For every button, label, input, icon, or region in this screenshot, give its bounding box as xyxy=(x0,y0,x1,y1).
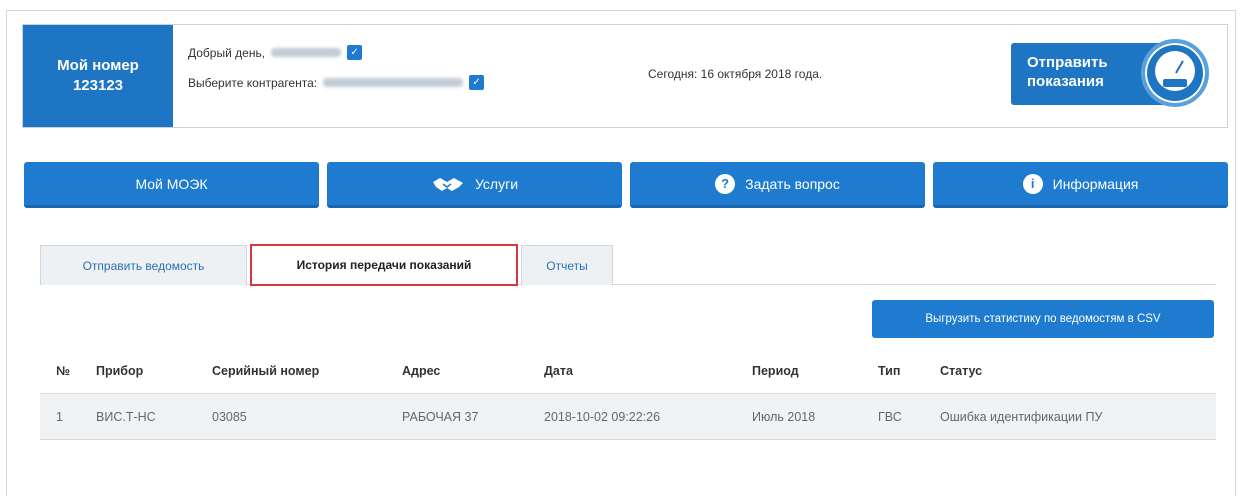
tabs: Отправить ведомость История передачи пок… xyxy=(40,244,1216,286)
account-box: Мой номер 123123 xyxy=(23,25,173,127)
account-number: 123123 xyxy=(72,77,124,94)
nav-services-label: Услуги xyxy=(474,175,519,192)
cell-date: 2018-10-02 09:22:26 xyxy=(544,409,661,424)
contractor-label: Выберите контрагента: xyxy=(188,75,318,90)
column-header-device: Прибор xyxy=(96,363,144,378)
meter-digits xyxy=(1163,79,1187,87)
tab-readings-history[interactable]: История передачи показаний xyxy=(250,244,518,286)
column-header-status: Статус xyxy=(940,363,983,378)
nav-information-label: Информация xyxy=(1052,175,1139,192)
export-csv-button[interactable]: Выгрузить статистику по ведомостям в CSV xyxy=(872,300,1214,338)
cell-number: 1 xyxy=(56,409,63,424)
user-dropdown-icon[interactable]: ✓ xyxy=(347,45,363,60)
nav-services[interactable]: Услуги xyxy=(327,162,622,208)
nav-my-moek-label: Мой МОЭК xyxy=(135,175,208,192)
handshake-icon xyxy=(432,177,463,191)
column-header-address: Адрес xyxy=(402,363,441,378)
tab-reports[interactable]: Отчеты xyxy=(521,245,613,285)
cell-status: Ошибка идентификации ПУ xyxy=(940,409,1103,424)
column-header-period: Период xyxy=(752,363,799,378)
nav-ask-question-label: Задать вопрос xyxy=(745,175,840,192)
today-date: Сегодня: 16 октября 2018 года. xyxy=(648,67,823,81)
info-icon: i xyxy=(1022,173,1043,194)
account-label: Мой номер xyxy=(57,57,139,74)
main-nav: Мой МОЭК Услуги ? Задать вопрос i Информ… xyxy=(24,162,1228,208)
column-header-serial: Серийный номер xyxy=(212,363,320,378)
table-row[interactable]: 1 ВИС.Т-НС 03085 РАБОЧАЯ 37 2018-10-02 0… xyxy=(40,394,1216,440)
meter-needle xyxy=(1175,60,1184,74)
nav-my-moek[interactable]: Мой МОЭК xyxy=(24,162,319,208)
meter-icon[interactable] xyxy=(1141,39,1209,107)
greeting: Добрый день, ✓ xyxy=(188,45,363,60)
column-header-type: Тип xyxy=(878,363,901,378)
header: Мой номер 123123 Добрый день, ✓ Выберите… xyxy=(22,24,1228,128)
contractor-dropdown-icon[interactable]: ✓ xyxy=(469,75,485,90)
contractor-selector: Выберите контрагента: ✓ xyxy=(188,75,485,90)
cell-type: ГВС xyxy=(878,409,902,424)
greeting-label: Добрый день, xyxy=(188,45,266,60)
meter-face xyxy=(1155,51,1195,91)
tab-send-statement[interactable]: Отправить ведомость xyxy=(40,245,247,285)
user-name-redacted xyxy=(271,48,342,57)
cell-address: РАБОЧАЯ 37 xyxy=(402,409,479,424)
contractor-name-redacted xyxy=(323,78,464,87)
question-icon: ? xyxy=(715,173,736,194)
nav-ask-question[interactable]: ? Задать вопрос xyxy=(630,162,925,208)
column-header-number: № xyxy=(56,363,70,378)
nav-information[interactable]: i Информация xyxy=(933,162,1228,208)
cell-period: Июль 2018 xyxy=(752,409,816,424)
readings-table: № Прибор Серийный номер Адрес Дата Перио… xyxy=(40,348,1216,440)
column-header-date: Дата xyxy=(544,363,573,378)
table-header: № Прибор Серийный номер Адрес Дата Перио… xyxy=(40,348,1216,394)
cell-device: ВИС.Т-НС xyxy=(96,409,156,424)
cell-serial: 03085 xyxy=(212,409,247,424)
